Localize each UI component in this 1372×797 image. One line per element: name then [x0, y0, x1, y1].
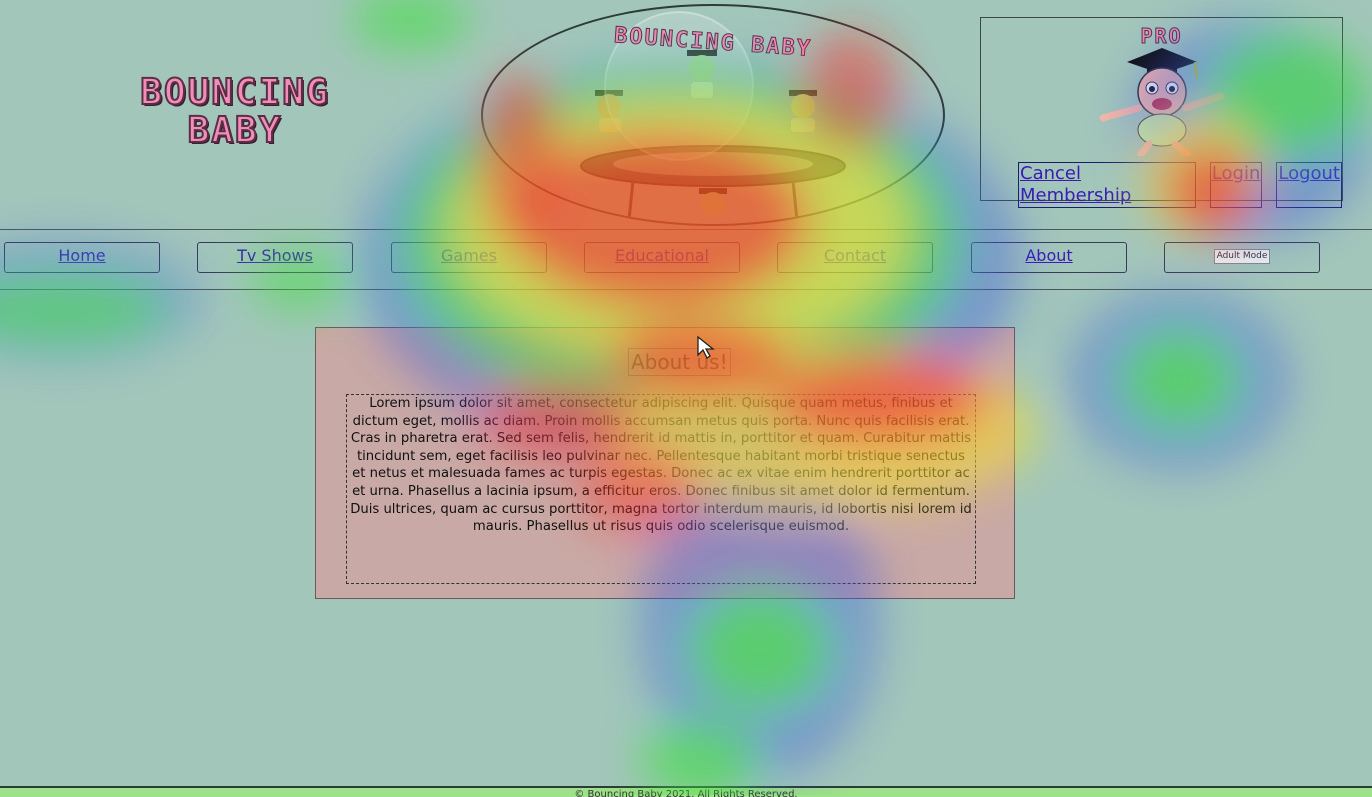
adult-mode-button[interactable]: Adult Mode	[1213, 249, 1271, 264]
about-section: About us! Lorem ipsum dolor sit amet, co…	[315, 327, 1015, 599]
logout-link[interactable]: Logout	[1276, 162, 1342, 208]
nav-home[interactable]: Home	[4, 242, 160, 273]
main-nav: Home Tv Shows Games Educational Contact …	[0, 229, 1372, 290]
nav-about[interactable]: About	[971, 242, 1127, 273]
site-logo: BOUNCING BABY	[40, 72, 430, 151]
membership-panel: PRO Cancel Membership Login Logout	[980, 17, 1343, 208]
login-link[interactable]: Login	[1209, 162, 1263, 208]
about-body-text: Lorem ipsum dolor sit amet, consectetur …	[346, 394, 976, 584]
nav-adult-mode-slot: Adult Mode	[1164, 242, 1320, 273]
mouse-cursor-icon	[697, 335, 715, 359]
copyright-text: © Bouncing Baby 2021. All Rights Reserve…	[574, 789, 798, 797]
nav-tv-shows[interactable]: Tv Shows	[197, 242, 353, 273]
cancel-membership-link[interactable]: Cancel Membership	[1018, 162, 1196, 208]
nav-contact[interactable]: Contact	[777, 242, 933, 273]
account-links: Cancel Membership Login Logout	[1018, 162, 1342, 208]
baby-mascot-icon	[1099, 48, 1225, 156]
logo-line-1: BOUNCING	[139, 72, 330, 113]
footer: © Bouncing Baby 2021. All Rights Reserve…	[0, 786, 1372, 797]
nav-games[interactable]: Games	[391, 242, 547, 273]
logo-line-2: BABY	[187, 110, 283, 151]
hero-banner: BOUNCING BABY	[481, 4, 945, 226]
nav-educational[interactable]: Educational	[584, 242, 740, 273]
